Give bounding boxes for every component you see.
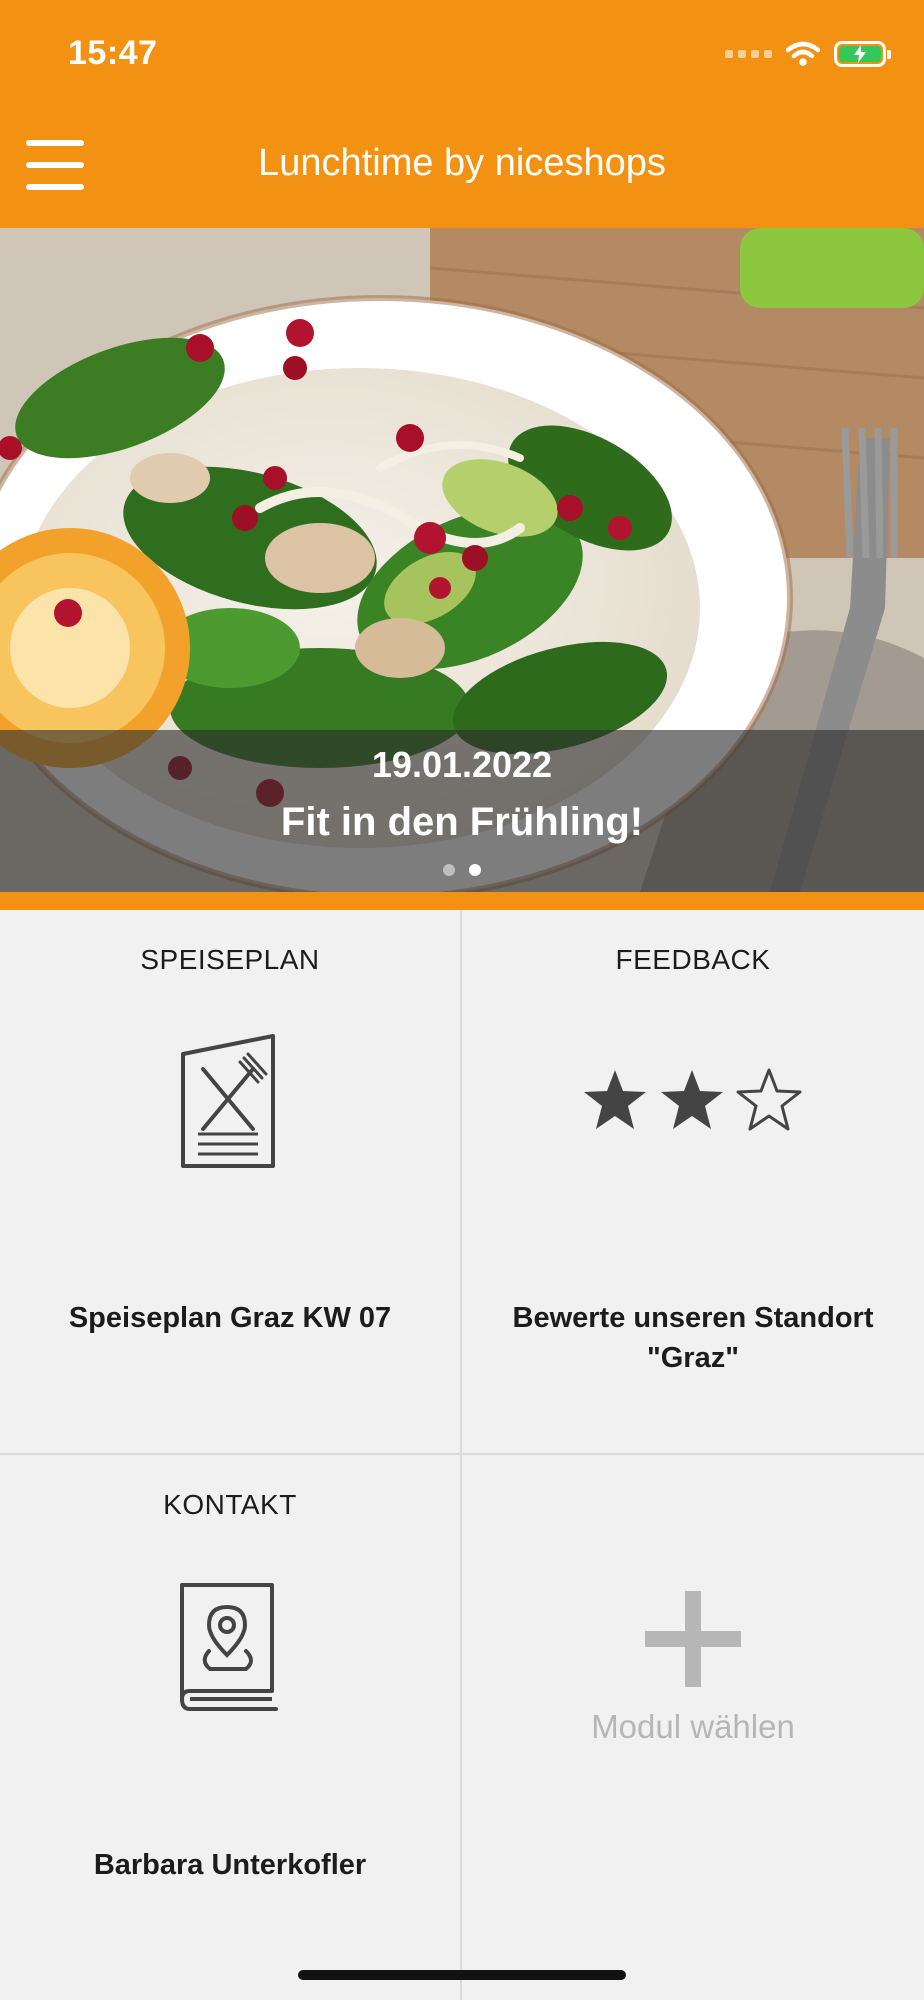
- menu-tile-value: Speiseplan Graz KW 07: [68, 1302, 392, 1334]
- grid-divider-vertical: [460, 910, 462, 2000]
- cellular-signal-icon: [725, 50, 772, 58]
- carousel-dot[interactable]: [443, 864, 455, 876]
- contact-tile-label: KONTAKT: [163, 1489, 297, 1520]
- carousel-dot-active[interactable]: [469, 864, 481, 876]
- app-title: Lunchtime by niceshops: [258, 142, 666, 184]
- status-time: 15:47: [68, 34, 158, 72]
- add-module-label: Modul wählen: [591, 1708, 795, 1745]
- contact-tile[interactable]: KONTAKT Barbara Unterkofler: [0, 1455, 460, 2000]
- address-book-icon: [180, 1583, 278, 1711]
- carousel-page-indicator[interactable]: [0, 864, 924, 876]
- news-date: 19.01.2022: [371, 744, 553, 785]
- charging-bolt-icon: [854, 45, 866, 63]
- news-carousel[interactable]: 19.01.2022 Fit in den Frühling!: [0, 228, 924, 892]
- battery-icon: [834, 41, 891, 67]
- plus-icon: [645, 1591, 741, 1687]
- star-rating-icon: [584, 1068, 802, 1131]
- grid-divider-horizontal: [0, 1453, 924, 1455]
- wifi-icon: [786, 41, 820, 66]
- feedback-tile[interactable]: FEEDBACK Bewerte unseren Standort "Graz": [462, 910, 924, 1453]
- contact-tile-value: Barbara Unterkofler: [93, 1849, 367, 1881]
- menu-card-icon: [181, 1034, 275, 1168]
- menu-tile[interactable]: SPEISEPLAN Speiseplan Graz KW 07: [0, 910, 460, 1453]
- menu-tile-label: SPEISEPLAN: [140, 944, 320, 975]
- header-divider: [0, 892, 924, 910]
- feedback-tile-value: Bewerte unseren Standort "Graz": [512, 1302, 874, 1374]
- feedback-tile-label: FEEDBACK: [615, 944, 771, 975]
- status-icons: [725, 36, 891, 72]
- app-header: 15:47 Lunchtime by niceshops: [0, 0, 924, 228]
- news-title: Fit in den Frühling!: [280, 800, 644, 844]
- home-indicator[interactable]: [298, 1970, 626, 1980]
